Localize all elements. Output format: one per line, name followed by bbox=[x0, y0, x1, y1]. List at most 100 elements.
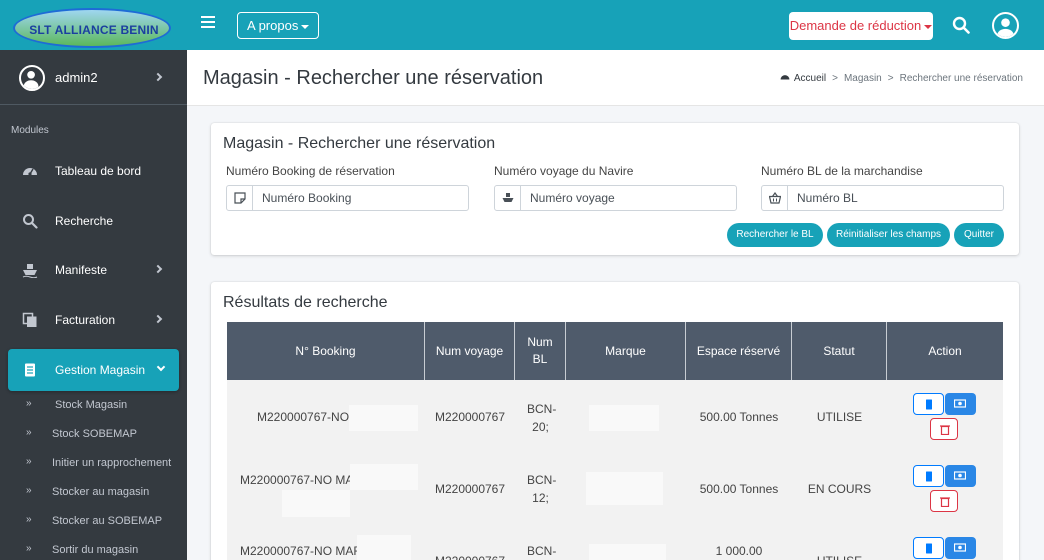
top-navbar: SLT ALLIANCE BENIN A propos Demande de r… bbox=[0, 0, 1044, 50]
redacted-area bbox=[357, 535, 411, 560]
brand-logo[interactable]: SLT ALLIANCE BENIN bbox=[13, 8, 171, 48]
redacted-marque bbox=[589, 544, 666, 560]
sidebar-item-label: Facturation bbox=[55, 313, 116, 327]
page-title: Magasin - Rechercher une réservation bbox=[203, 67, 544, 89]
double-chevron-icon: » bbox=[26, 427, 32, 438]
results-table-body: M220000767-NO M220000767 BCN-20; 500.00 … bbox=[227, 380, 1003, 560]
reduction-label: Demande de réduction bbox=[789, 18, 922, 33]
sidebar-item-label: Manifeste bbox=[55, 263, 108, 277]
delete-button[interactable] bbox=[930, 418, 958, 440]
view-document-button[interactable] bbox=[913, 393, 944, 415]
sidebar-subitem-label: Stock Magasin bbox=[55, 399, 128, 411]
voyage-label: Numéro voyage du Navire bbox=[494, 164, 634, 178]
voyage-input[interactable] bbox=[522, 186, 736, 210]
search-icon[interactable] bbox=[952, 16, 970, 34]
booking-input[interactable] bbox=[254, 186, 468, 210]
sidebar-subitem-sortir-magasin[interactable]: » Sortir du magasin bbox=[0, 541, 187, 560]
cell-voyage: M220000767 bbox=[434, 482, 506, 496]
payment-button[interactable] bbox=[945, 537, 976, 559]
basket-icon bbox=[769, 192, 781, 204]
sidebar-item-manifeste[interactable]: Manifeste bbox=[8, 249, 179, 291]
view-document-button[interactable] bbox=[913, 537, 944, 559]
sidebar-subitem-label: Stocker au magasin bbox=[52, 486, 150, 498]
results-table-header: N° Booking Num voyage Num BL Marque Espa… bbox=[227, 322, 1003, 380]
cell-bl: BCN-20; bbox=[527, 402, 557, 434]
apropos-label: A propos bbox=[247, 18, 299, 33]
column-header-voyage: Num voyage bbox=[425, 322, 515, 380]
money-icon bbox=[954, 543, 966, 552]
caret-down-icon bbox=[924, 24, 933, 29]
modules-header: Modules bbox=[11, 125, 49, 136]
cell-espace: 1 000.00 bbox=[715, 544, 763, 558]
breadcrumb: Accueil > Magasin > Rechercher une réservati… bbox=[780, 72, 1023, 84]
sidebar-item-recherche[interactable]: Recherche bbox=[8, 200, 179, 242]
bl-label: Numéro BL de la marchandise bbox=[761, 164, 923, 178]
document-icon bbox=[926, 399, 932, 410]
search-card-title: Magasin - Rechercher une réservation bbox=[223, 135, 496, 152]
apropos-dropdown[interactable]: A propos bbox=[237, 12, 320, 39]
content-header: Magasin - Rechercher une réservation Acc… bbox=[187, 50, 1044, 106]
search-bl-button[interactable]: Rechercher le BL bbox=[727, 223, 823, 247]
chevron-right-icon bbox=[153, 72, 163, 82]
trash-icon bbox=[940, 425, 950, 435]
copy-icon bbox=[22, 312, 37, 327]
view-document-button[interactable] bbox=[913, 465, 944, 487]
ship-icon bbox=[22, 264, 38, 278]
sidebar-subitem-stocker-magasin[interactable]: » Stocker au magasin bbox=[0, 483, 187, 505]
double-chevron-icon: » bbox=[26, 485, 32, 496]
sidebar-item-label: Recherche bbox=[55, 214, 114, 228]
reduction-dropdown[interactable]: Demande de réduction bbox=[789, 12, 933, 40]
sidebar-subitem-label: Initier un rapprochement bbox=[52, 457, 172, 469]
sidebar-item-tableau-de-bord[interactable]: Tableau de bord bbox=[8, 150, 179, 192]
ship-icon bbox=[502, 193, 514, 202]
cell-voyage: M220000767 bbox=[434, 410, 506, 424]
cell-booking: M220000767-NO MAR bbox=[240, 544, 363, 558]
breadcrumb-accueil[interactable]: Accueil bbox=[794, 73, 826, 84]
brand[interactable]: SLT ALLIANCE BENIN bbox=[0, 0, 187, 50]
user-account-icon[interactable] bbox=[992, 12, 1019, 39]
booking-label: Numéro Booking de réservation bbox=[226, 164, 395, 178]
column-header-action: Action bbox=[928, 343, 962, 358]
money-icon bbox=[954, 399, 966, 408]
search-icon bbox=[23, 214, 38, 229]
sidebar-item-facturation[interactable]: Facturation bbox=[8, 299, 179, 341]
redacted-area bbox=[349, 405, 418, 431]
note-icon bbox=[234, 192, 246, 204]
brand-logo-text: SLT ALLIANCE BENIN bbox=[29, 23, 159, 37]
chevron-down-icon bbox=[156, 362, 166, 372]
breadcrumb-separator: > bbox=[832, 73, 838, 84]
breadcrumb-magasin[interactable]: Magasin bbox=[844, 73, 882, 84]
sidebar-item-label: Gestion Magasin bbox=[55, 363, 146, 377]
bl-addon bbox=[762, 186, 788, 210]
sidebar-subitem-stocker-sobemap[interactable]: » Stocker au SOBEMAP bbox=[0, 512, 187, 534]
cell-espace: 500.00 Tonnes bbox=[699, 482, 779, 496]
reset-fields-button[interactable]: Réinitialiser les champs bbox=[827, 223, 950, 247]
sidebar-subitem-stock-magasin[interactable]: » Stock Magasin bbox=[0, 396, 187, 418]
payment-button[interactable] bbox=[945, 465, 976, 487]
sidebar-subitem-initier-rapprochement[interactable]: » Initier un rapprochement bbox=[0, 454, 187, 476]
sidebar-subitem-stock-sobemap[interactable]: » Stock SOBEMAP bbox=[0, 425, 187, 447]
user-panel[interactable]: admin2 bbox=[0, 50, 187, 105]
bl-input[interactable] bbox=[789, 186, 1003, 210]
bl-input-group bbox=[761, 185, 1004, 211]
column-header-statut: Statut bbox=[792, 322, 887, 380]
breadcrumb-current: Rechercher une réservation bbox=[899, 73, 1023, 84]
dashboard-icon bbox=[780, 75, 790, 80]
avatar-icon bbox=[19, 65, 45, 91]
sidebar-item-gestion-magasin[interactable]: Gestion Magasin bbox=[8, 349, 179, 391]
cell-statut: UTILISE bbox=[816, 410, 863, 424]
column-header-espace: Espace réservé bbox=[686, 322, 792, 380]
delete-button[interactable] bbox=[930, 490, 958, 512]
menu-toggle-icon[interactable] bbox=[201, 16, 215, 28]
sidebar-item-label: Tableau de bord bbox=[55, 164, 142, 178]
sidebar-subitem-label: Sortir du magasin bbox=[52, 544, 139, 556]
cell-bl: BCN- bbox=[527, 544, 557, 558]
double-chevron-icon: » bbox=[26, 456, 32, 467]
cell-bl: BCN-12; bbox=[527, 473, 557, 505]
chevron-right-icon bbox=[153, 264, 163, 274]
sidebar-subitem-label: Stocker au SOBEMAP bbox=[52, 515, 163, 527]
voyage-input-group bbox=[494, 185, 737, 211]
payment-button[interactable] bbox=[945, 393, 976, 415]
double-chevron-icon: » bbox=[26, 398, 32, 409]
quit-button[interactable]: Quitter bbox=[954, 223, 1004, 247]
